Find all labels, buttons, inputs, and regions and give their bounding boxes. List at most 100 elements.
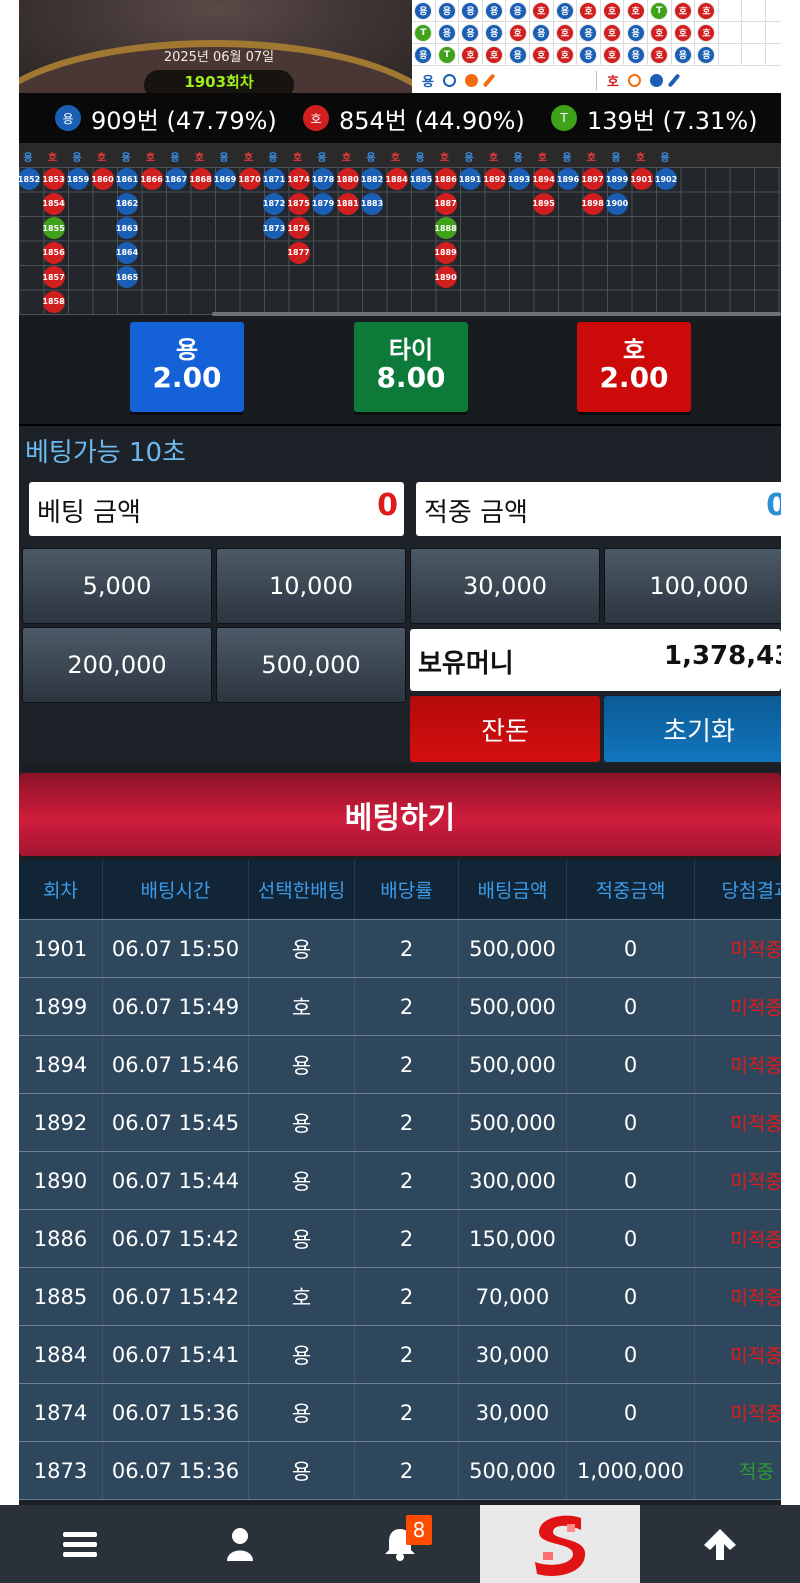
mini-scoreboard: 용용용용용호용호호호T호호T용용용호용호용호용호호호용T호호용호호용호용호용용 … (412, 0, 781, 93)
nav-notification-button[interactable]: 8 (320, 1505, 480, 1583)
chip-10000-button[interactable]: 10,000 (216, 548, 406, 624)
table-header-cell: 선택한배팅 (249, 860, 355, 919)
scoreboard-cell: 용 (577, 44, 601, 66)
table-cell: 0 (567, 1326, 695, 1383)
road-ball: 1884 (385, 168, 408, 190)
road-ball: 1900 (606, 192, 628, 215)
bet-tie-button[interactable]: 타이 8.00 (354, 322, 468, 412)
table-cell: 0 (567, 1210, 695, 1267)
legend-yong: 용 (412, 71, 596, 90)
table-cell: 용 (249, 1210, 355, 1267)
odds-name: 호 (622, 336, 646, 364)
chip-5000-button[interactable]: 5,000 (22, 548, 212, 624)
road-header-label: 호 (243, 153, 254, 164)
table-row: 1892 06.07 15:45 용 2 500,000 0 미적중 (19, 1094, 781, 1152)
scoreboard-cell: 호 (529, 0, 554, 22)
table-cell: 용 (249, 1094, 355, 1151)
scoreboard-cell: 호 (600, 22, 625, 44)
table-cell: 2 (355, 1210, 459, 1267)
scoreboard-cell (718, 0, 743, 22)
table-cell: 0 (567, 1036, 695, 1093)
stat-tie: T 139번 (7.31%) (551, 101, 758, 136)
road-ball: 1882 (361, 168, 383, 190)
top-area: 2025년 06월 07일 1903회차 용용용용용호용호호호T호호T용용용호용… (19, 0, 781, 93)
road-ball: 1891 (459, 168, 481, 190)
balance-box: 보유머니 1,378,43 (410, 629, 781, 691)
bet-ho-button[interactable]: 호 2.00 (577, 322, 691, 412)
table-cell: 미적중 (695, 1036, 781, 1093)
balance-label: 보유머니 (418, 649, 514, 679)
table-cell: 1,000,000 (567, 1442, 695, 1499)
table-cell: 500,000 (459, 1036, 567, 1093)
table-cell: 적중 (695, 1442, 781, 1499)
road-header-label: 호 (96, 153, 107, 164)
scoreboard-cell: 호 (459, 44, 483, 66)
scoreboard-cell (718, 22, 743, 44)
scoreboard-cell: 용 (624, 22, 648, 44)
table-cell: 2 (355, 1036, 459, 1093)
result-dot: 호 (532, 1, 551, 20)
road-header-label: 호 (390, 153, 401, 164)
legend-label: 호 (607, 74, 619, 90)
nav-user-button[interactable] (160, 1505, 320, 1583)
road-header-label: 용 (562, 153, 572, 164)
odds-value: 2.00 (152, 361, 222, 394)
table-cell: 1894 (19, 1036, 103, 1093)
reset-button[interactable]: 초기화 (604, 696, 781, 762)
game-app: 2025년 06월 07일 1903회차 용용용용용호용호호호T호호T용용용호용… (19, 0, 781, 1583)
road-ball: 1867 (165, 168, 187, 190)
table-cell: 2 (355, 1442, 459, 1499)
table-cell: 30,000 (459, 1326, 567, 1383)
table-header-cell: 회차 (19, 860, 103, 919)
tie-icon: T (551, 105, 577, 131)
road-ball: 1853 (42, 168, 65, 190)
odds-value: 8.00 (376, 361, 446, 394)
table-cell: 500,000 (459, 1442, 567, 1499)
result-dot: 호 (508, 23, 527, 42)
scoreboard-cell: 용 (553, 0, 578, 22)
table-cell: 06.07 15:45 (103, 1094, 249, 1151)
chip-200000-button[interactable]: 200,000 (22, 627, 212, 703)
win-amount-value: 0 (766, 488, 781, 523)
road-ball: 1897 (581, 168, 604, 190)
table-row: 1886 06.07 15:42 용 2 150,000 0 미적중 (19, 1210, 781, 1268)
scoreboard-cell: 호 (482, 44, 507, 66)
road-header-label: 용 (23, 153, 33, 164)
table-cell: 미적중 (695, 1152, 781, 1209)
win-amount-label: 적중 금액 (424, 498, 528, 528)
result-dot: 호 (673, 23, 692, 42)
scoreboard-cell (742, 0, 766, 22)
nav-home-logo[interactable] (480, 1505, 640, 1583)
scoreboard-cell: 용 (529, 22, 554, 44)
road-ball: 1894 (532, 168, 555, 190)
chip-100000-button[interactable]: 100,000 (604, 548, 781, 624)
place-bet-button[interactable]: 베팅하기 (19, 773, 781, 856)
s-logo-icon (535, 1515, 586, 1576)
bet-amount-field[interactable]: 베팅 금액 0 (29, 482, 404, 536)
chip-500000-button[interactable]: 500,000 (216, 627, 406, 703)
road-ball: 1872 (263, 192, 285, 215)
scoreboard-cell: 용 (624, 44, 648, 66)
scoreboard-cell: 호 (671, 22, 696, 44)
result-dot: 용 (555, 1, 574, 20)
scoreboard-cell: T (647, 0, 672, 22)
table-cell: 0 (567, 1384, 695, 1441)
result-dot: 호 (461, 45, 480, 64)
bet-amount-label: 베팅 금액 (37, 498, 141, 528)
road-ball: 1857 (42, 266, 65, 288)
scoreboard-cell: 용 (459, 0, 483, 22)
nav-menu-button[interactable] (0, 1505, 160, 1583)
scoreboard-cell: 호 (647, 22, 672, 44)
result-dot: 호 (603, 23, 622, 42)
result-dot: 호 (555, 23, 574, 42)
road-ball: 1890 (434, 266, 457, 288)
scoreboard-cell: 호 (695, 0, 719, 22)
table-cell: 미적중 (695, 978, 781, 1035)
remainder-button[interactable]: 잔돈 (410, 696, 600, 762)
bet-history-table: 회차배팅시간선택한배팅배당률배팅금액적중금액당첨결과190106.07 15:5… (19, 860, 781, 1500)
bet-yong-button[interactable]: 용 2.00 (130, 322, 244, 412)
scoreboard-cell (765, 22, 781, 44)
chip-30000-button[interactable]: 30,000 (410, 548, 600, 624)
road-ball: 1854 (42, 192, 65, 215)
nav-scroll-top-button[interactable] (640, 1505, 800, 1583)
